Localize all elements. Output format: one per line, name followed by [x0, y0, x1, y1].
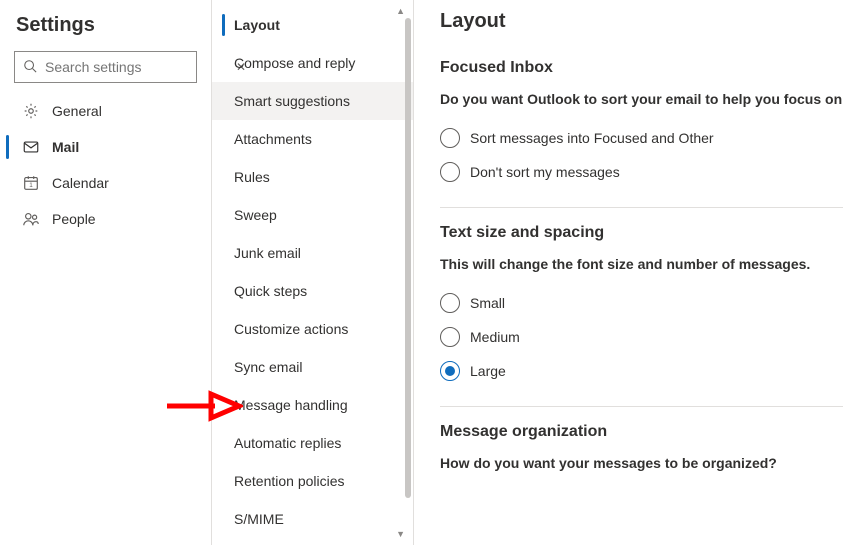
content-column: Layout Focused Inbox Do you want Outlook…: [414, 0, 843, 545]
subnav-item-label: Customize actions: [234, 321, 348, 337]
subnav-item-rules[interactable]: Rules: [212, 158, 413, 196]
subnav-item-message-handling[interactable]: Message handling: [212, 386, 413, 424]
text-size-option-1[interactable]: Medium: [440, 320, 843, 354]
radio-label: Medium: [470, 329, 520, 345]
subnav-item-attachments[interactable]: Attachments: [212, 120, 413, 158]
subnav-item-sweep[interactable]: Sweep: [212, 196, 413, 234]
svg-text:1: 1: [29, 182, 33, 189]
category-label: Calendar: [52, 175, 109, 191]
subnav-list: Layout Compose and reply Smart suggestions…: [212, 6, 413, 545]
radio-icon: [440, 293, 460, 313]
radio-icon: [440, 162, 460, 182]
section-desc-text-size: This will change the font size and numbe…: [440, 256, 843, 272]
divider: [440, 207, 843, 208]
category-item-calendar[interactable]: 1 Calendar: [0, 165, 211, 201]
focused-inbox-radiogroup: Sort messages into Focused and Other Don'…: [440, 121, 843, 189]
settings-title: Settings: [0, 10, 211, 51]
radio-label: Small: [470, 295, 505, 311]
subnav-item-s-mime[interactable]: S/MIME: [212, 500, 413, 538]
section-header-focused-inbox: Focused Inbox: [440, 59, 843, 77]
subnav-item-label: Layout: [234, 17, 280, 33]
subnav-item-label: Message handling: [234, 397, 348, 413]
calendar-icon: 1: [22, 174, 40, 192]
subnav-item-label: Sweep: [234, 207, 277, 223]
radio-label: Sort messages into Focused and Other: [470, 130, 714, 146]
search-settings-field[interactable]: ✕: [14, 51, 197, 83]
subnav-item-groups[interactable]: Groups: [212, 538, 413, 545]
scrollbar-thumb[interactable]: [405, 18, 411, 498]
subnav-item-automatic-replies[interactable]: Automatic replies: [212, 424, 413, 462]
subnav-item-retention-policies[interactable]: Retention policies: [212, 462, 413, 500]
settings-column: Settings ✕ General Mail 1 Calendar People: [0, 0, 212, 545]
focused-inbox-option-0[interactable]: Sort messages into Focused and Other: [440, 121, 843, 155]
category-label: People: [52, 211, 96, 227]
radio-icon: [440, 327, 460, 347]
radio-icon: [440, 128, 460, 148]
section-desc-message-org: How do you want your messages to be orga…: [440, 455, 843, 471]
people-icon: [22, 210, 40, 228]
focused-inbox-option-1[interactable]: Don't sort my messages: [440, 155, 843, 189]
subnav-item-sync-email[interactable]: Sync email: [212, 348, 413, 386]
text-size-radiogroup: Small Medium Large: [440, 286, 843, 388]
category-list: General Mail 1 Calendar People: [0, 93, 211, 237]
subnav-item-label: Smart suggestions: [234, 93, 350, 109]
subnav-item-customize-actions[interactable]: Customize actions: [212, 310, 413, 348]
radio-label: Don't sort my messages: [470, 164, 620, 180]
category-item-general[interactable]: General: [0, 93, 211, 129]
search-icon: [23, 59, 37, 76]
subnav-item-smart-suggestions[interactable]: Smart suggestions: [212, 82, 413, 120]
scroll-down-icon[interactable]: ▼: [396, 529, 405, 539]
subnav-item-label: Junk email: [234, 245, 301, 261]
category-item-people[interactable]: People: [0, 201, 211, 237]
divider: [440, 406, 843, 407]
gear-icon: [22, 102, 40, 120]
subnav-item-label: Automatic replies: [234, 435, 341, 451]
subnav-item-quick-steps[interactable]: Quick steps: [212, 272, 413, 310]
search-input[interactable]: [43, 58, 228, 76]
subnav-item-junk-email[interactable]: Junk email: [212, 234, 413, 272]
category-label: Mail: [52, 139, 79, 155]
subnav-item-compose-and-reply[interactable]: Compose and reply: [212, 44, 413, 82]
subnav-item-label: S/MIME: [234, 511, 284, 527]
radio-label: Large: [470, 363, 506, 379]
mail-icon: [22, 138, 40, 156]
subnav-item-label: Quick steps: [234, 283, 307, 299]
subnav-item-layout[interactable]: Layout: [212, 6, 413, 44]
subnav-item-label: Rules: [234, 169, 270, 185]
section-header-text-size: Text size and spacing: [440, 224, 843, 242]
content-title: Layout: [440, 10, 843, 33]
subnav-item-label: Retention policies: [234, 473, 345, 489]
section-header-message-org: Message organization: [440, 423, 843, 441]
radio-icon: [440, 361, 460, 381]
subnav-item-label: Sync email: [234, 359, 302, 375]
text-size-option-2[interactable]: Large: [440, 354, 843, 388]
subnav-column: ▲ LayoutCompose and replySmart suggestio…: [212, 0, 414, 545]
category-item-mail[interactable]: Mail: [0, 129, 211, 165]
category-label: General: [52, 103, 102, 119]
subnav-item-label: Attachments: [234, 131, 312, 147]
section-desc-focused-inbox: Do you want Outlook to sort your email t…: [440, 91, 843, 107]
text-size-option-0[interactable]: Small: [440, 286, 843, 320]
subnav-item-label: Compose and reply: [234, 55, 355, 71]
